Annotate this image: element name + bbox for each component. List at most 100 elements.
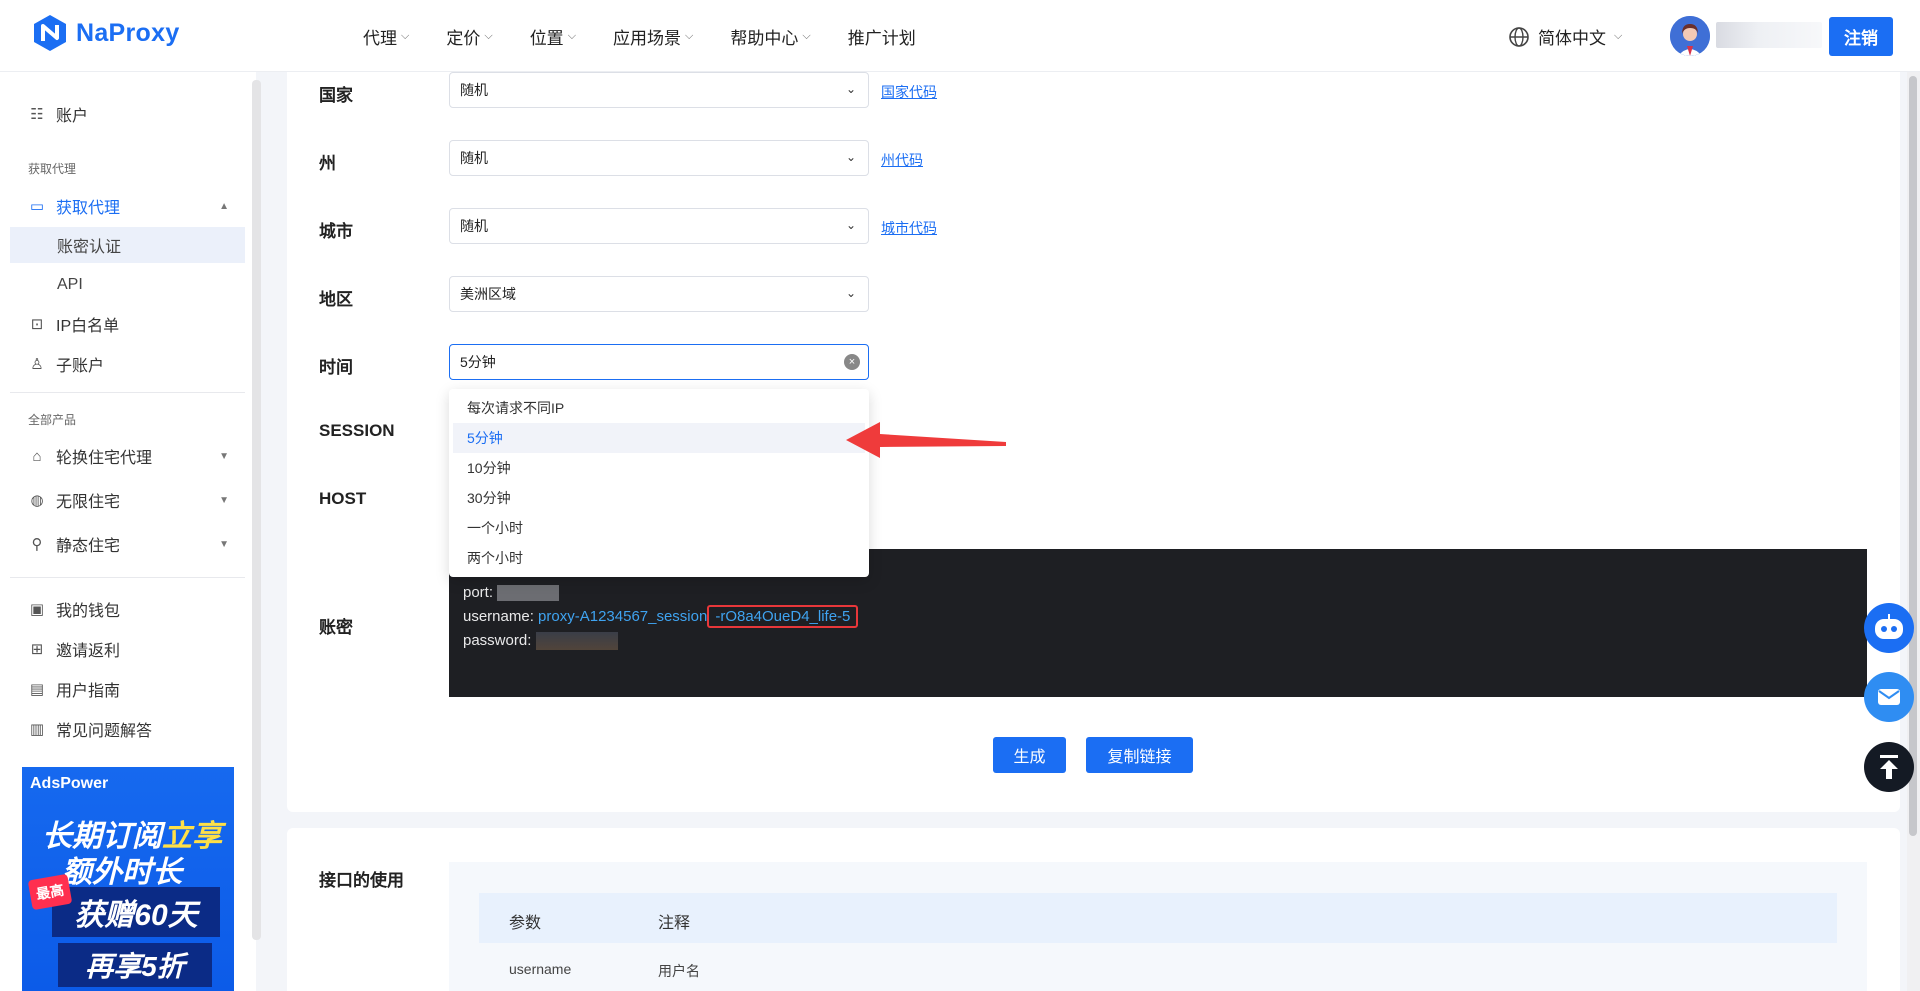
nav-help-center[interactable]: 帮助中心 ⌵ — [730, 24, 810, 49]
sidebar-item-wallet[interactable]: ▣ 我的钱包 — [10, 591, 245, 627]
chevron-down-icon: ⌵ — [567, 29, 577, 42]
clear-icon[interactable]: × — [844, 354, 860, 370]
host-label: HOST — [319, 489, 367, 508]
column-header-param: 参数 — [509, 915, 542, 932]
time-dropdown-menu: 每次请求不同IP 5分钟 10分钟 30分钟 一个小时 两个小时 — [449, 389, 869, 577]
username-session-highlight: -rO8a4OueD4_life-5 — [707, 605, 859, 628]
sidebar-item-static-residential[interactable]: ⚲ 静态住宅 ▼ — [10, 526, 245, 562]
port-key: port: — [463, 584, 494, 601]
sidebar-divider — [10, 392, 245, 393]
city-select[interactable]: 随机 ⌄ — [449, 208, 869, 244]
country-label: 国家 — [319, 86, 353, 105]
page-scrollbar-thumb[interactable] — [1909, 76, 1917, 836]
home-icon: ⌂ — [32, 447, 42, 465]
chevron-down-icon: ⌄ — [845, 82, 856, 96]
time-option-selected[interactable]: 5分钟 — [453, 423, 865, 453]
arrow-up-icon — [1880, 755, 1898, 779]
nav-affiliate-label: 推广计划 — [847, 28, 916, 48]
back-to-top-button[interactable] — [1864, 742, 1914, 792]
sidebar-item-label: 常见问题解答 — [56, 723, 153, 740]
nav-use-cases[interactable]: 应用场景 ⌵ — [613, 24, 693, 49]
chevron-down-icon: ⌵ — [685, 29, 694, 42]
caret-down-icon: ▼ — [219, 450, 229, 462]
monitor-icon: ▭ — [29, 198, 45, 215]
sidebar-item-auth[interactable]: 账密认证 — [10, 227, 245, 263]
nav-proxy-label: 代理 — [363, 28, 397, 48]
logout-button[interactable]: 注销 — [1829, 17, 1893, 56]
brand-logo[interactable]: NaProxy — [32, 14, 180, 52]
country-select[interactable]: 随机 ⌄ — [449, 72, 869, 108]
state-code-link[interactable]: 州代码 — [881, 150, 923, 170]
username-prefix: proxy-A1234567_session — [538, 608, 708, 625]
wallet-icon: ▣ — [29, 601, 45, 618]
code-line-password: password: — [463, 629, 1853, 653]
nav-locations[interactable]: 位置 ⌵ — [530, 24, 576, 49]
code-line-port: port: — [463, 581, 1853, 605]
sidebar-scrollbar[interactable] — [252, 80, 261, 940]
sidebar-item-label: 静态住宅 — [56, 538, 121, 555]
sidebar-item-label: 轮换住宅代理 — [56, 450, 153, 467]
clipboard-icon: ▥ — [29, 721, 45, 738]
region-select[interactable]: 美洲区域 ⌄ — [449, 276, 869, 312]
caret-up-icon: ▲ — [219, 200, 229, 212]
chevron-down-icon: ⌄ — [845, 286, 856, 300]
language-selector[interactable]: 简体中文 ⌵ — [1508, 24, 1622, 49]
state-select[interactable]: 随机 ⌄ — [449, 140, 869, 176]
username-redacted — [1716, 22, 1822, 48]
copy-link-button[interactable]: 复制链接 — [1086, 737, 1193, 773]
time-select[interactable]: 5分钟 × — [449, 344, 869, 380]
sidebar-item-sub-account[interactable]: ♙ 子账户 — [10, 346, 245, 382]
sidebar-item-get-proxy[interactable]: ▭ 获取代理 ▲ — [10, 188, 245, 224]
email-button[interactable] — [1864, 672, 1914, 722]
globe-icon: ◍ — [30, 492, 44, 509]
time-option[interactable]: 每次请求不同IP — [453, 393, 865, 423]
main-nav: 代理 ⌵ 定价 ⌵ 位置 ⌵ 应用场景 ⌵ 帮助中心 ⌵ 推广计划 — [363, 0, 916, 72]
time-option[interactable]: 30分钟 — [453, 483, 865, 513]
password-redacted — [535, 632, 618, 651]
nav-pricing[interactable]: 定价 ⌵ — [446, 24, 492, 49]
chevron-down-icon: ⌄ — [845, 150, 856, 164]
chevron-down-icon: ⌵ — [1614, 30, 1623, 42]
ad-offer-1: 获赠60天 — [52, 887, 220, 937]
country-value: 随机 — [460, 82, 488, 98]
chevron-down-icon: ⌄ — [845, 218, 856, 232]
adspower-banner[interactable]: AdsPower 长期订阅立享 额外时长 获赠60天 最高 再享5折 — [22, 767, 234, 991]
nav-proxy[interactable]: 代理 ⌵ — [363, 24, 409, 49]
avatar[interactable] — [1670, 16, 1710, 56]
lock-icon: ⊡ — [30, 316, 44, 333]
sidebar-item-label: 获取代理 — [56, 200, 121, 217]
chevron-down-icon: ⌵ — [802, 29, 811, 42]
time-option[interactable]: 一个小时 — [453, 513, 865, 543]
generate-button[interactable]: 生成 — [993, 737, 1066, 773]
sidebar-item-user-guide[interactable]: ▤ 用户指南 — [10, 671, 245, 707]
chatbot-button[interactable] — [1864, 603, 1914, 653]
time-option[interactable]: 10分钟 — [453, 453, 865, 483]
sidebar-item-api[interactable]: API — [10, 267, 245, 303]
chevron-down-icon: ⌵ — [401, 29, 410, 42]
sidebar-item-label: 账户 — [56, 108, 89, 125]
time-option[interactable]: 两个小时 — [453, 543, 865, 573]
sidebar-item-label: IP白名单 — [56, 318, 120, 335]
sidebar-item-unlimited-residential[interactable]: ◍ 无限住宅 ▼ — [10, 482, 245, 518]
column-header-note: 注释 — [658, 915, 691, 932]
sidebar-item-rotating-residential[interactable]: ⌂ 轮换住宅代理 ▼ — [10, 438, 245, 474]
gift-icon: ⊞ — [30, 641, 44, 658]
city-code-link[interactable]: 城市代码 — [881, 218, 937, 238]
password-key: password: — [463, 632, 532, 649]
sidebar-group-all-products: 全部产品 — [28, 413, 77, 427]
sidebar-item-faq[interactable]: ▥ 常见问题解答 — [10, 711, 245, 747]
sidebar-item-account[interactable]: ☷ 账户 — [10, 96, 245, 132]
table-cell-note: 用户名 — [658, 963, 700, 979]
time-label: 时间 — [319, 358, 353, 377]
sidebar-item-ip-whitelist[interactable]: ⊡ IP白名单 — [10, 306, 245, 342]
sidebar-item-invite[interactable]: ⊞ 邀请返利 — [10, 631, 245, 667]
username-key: username: — [463, 608, 534, 625]
language-label: 简体中文 — [1538, 29, 1606, 48]
country-code-link[interactable]: 国家代码 — [881, 82, 937, 102]
nav-affiliate[interactable]: 推广计划 — [848, 24, 916, 49]
caret-down-icon: ▼ — [219, 538, 229, 550]
ad-offer-2: 再享5折 — [58, 943, 212, 987]
nav-pricing-label: 定价 — [446, 28, 481, 48]
annotation-arrow-icon — [846, 422, 1006, 458]
globe-icon — [1509, 26, 1529, 47]
